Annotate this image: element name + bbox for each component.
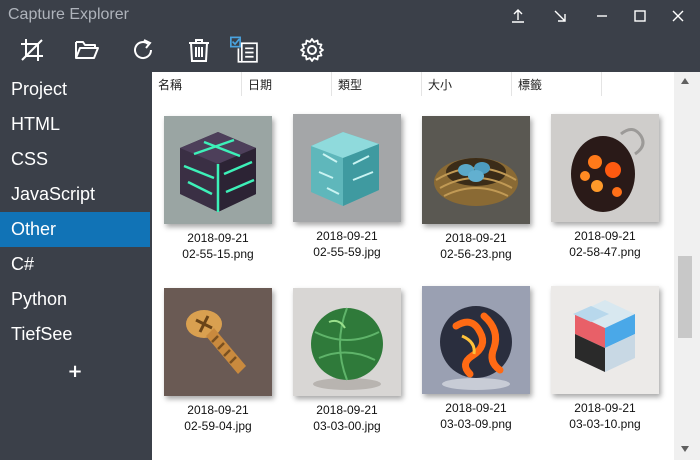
scroll-up-icon[interactable] bbox=[679, 76, 691, 86]
file-list-panel: 名稱 日期 類型 大小 標籤 2018-09-21 02-55-15.png 2… bbox=[152, 72, 700, 460]
column-header: 名稱 日期 類型 大小 標籤 bbox=[152, 72, 674, 96]
ice-cube-thumbnail bbox=[293, 114, 401, 222]
maximize-button[interactable] bbox=[628, 4, 652, 28]
minimize-button[interactable] bbox=[590, 4, 614, 28]
delete-button[interactable] bbox=[183, 34, 215, 66]
file-item[interactable]: 2018-09-21 02-56-23.png bbox=[414, 116, 534, 276]
sidebar: Project HTML CSS JavaScript Other C# Pyt… bbox=[0, 72, 150, 460]
color-cubes-thumbnail bbox=[551, 286, 659, 394]
sidebar-item-javascript[interactable]: JavaScript bbox=[0, 177, 150, 212]
title-bar: Capture Explorer bbox=[0, 0, 700, 32]
column-date[interactable]: 日期 bbox=[242, 72, 332, 96]
open-folder-icon bbox=[75, 41, 99, 59]
multi-select-icon bbox=[230, 36, 258, 63]
file-item[interactable]: 2018-09-21 03-03-00.jpg bbox=[285, 288, 405, 448]
upload-icon bbox=[512, 9, 524, 23]
scroll-down-icon[interactable] bbox=[679, 444, 691, 454]
close-button[interactable] bbox=[666, 4, 690, 28]
app-title: Capture Explorer bbox=[8, 6, 129, 23]
bird-nest-thumbnail bbox=[422, 116, 530, 224]
file-item[interactable]: 2018-09-21 03-03-09.png bbox=[414, 286, 534, 446]
file-item[interactable]: 2018-09-21 03-03-10.png bbox=[543, 286, 663, 446]
sidebar-item-html[interactable]: HTML bbox=[0, 107, 150, 142]
cracked-cube-thumbnail bbox=[164, 116, 272, 224]
column-name[interactable]: 名稱 bbox=[152, 72, 242, 96]
vertical-scrollbar[interactable] bbox=[674, 72, 700, 460]
snap-button[interactable] bbox=[548, 4, 572, 28]
file-name: 2018-09-21 03-03-00.jpg bbox=[313, 403, 381, 433]
sidebar-item-csharp[interactable]: C# bbox=[0, 247, 150, 282]
crop-button[interactable] bbox=[16, 34, 48, 66]
file-name: 2018-09-21 02-55-59.jpg bbox=[313, 229, 381, 259]
refresh-icon bbox=[134, 39, 153, 59]
file-item[interactable]: 2018-09-21 02-58-47.png bbox=[543, 114, 663, 274]
sidebar-item-other[interactable]: Other bbox=[0, 212, 150, 247]
column-size[interactable]: 大小 bbox=[422, 72, 512, 96]
multi-select-button[interactable] bbox=[230, 34, 262, 66]
file-name: 2018-09-21 02-59-04.jpg bbox=[184, 403, 252, 433]
lava-egg-thumbnail bbox=[551, 114, 659, 222]
sidebar-item-python[interactable]: Python bbox=[0, 282, 150, 317]
delete-icon bbox=[189, 39, 209, 62]
leaf-sphere-thumbnail bbox=[293, 288, 401, 396]
file-name: 2018-09-21 02-56-23.png bbox=[440, 231, 512, 261]
upload-button[interactable] bbox=[506, 4, 530, 28]
file-name: 2018-09-21 03-03-09.png bbox=[440, 401, 512, 431]
gear-icon bbox=[300, 38, 324, 62]
file-item[interactable]: 2018-09-21 02-59-04.jpg bbox=[156, 288, 276, 448]
crop-icon bbox=[21, 39, 43, 61]
settings-button[interactable] bbox=[296, 34, 328, 66]
file-item[interactable]: 2018-09-21 02-55-15.png bbox=[156, 116, 276, 276]
lava-sphere-thumbnail bbox=[422, 286, 530, 394]
sidebar-item-project[interactable]: Project bbox=[0, 72, 150, 107]
sidebar-item-tiefsee[interactable]: TiefSee bbox=[0, 317, 150, 352]
file-item[interactable]: 2018-09-21 02-55-59.jpg bbox=[285, 114, 405, 274]
maximize-icon bbox=[634, 10, 646, 22]
add-folder-button[interactable]: + bbox=[0, 356, 150, 386]
column-type[interactable]: 類型 bbox=[332, 72, 422, 96]
file-name: 2018-09-21 03-03-10.png bbox=[569, 401, 641, 431]
close-icon bbox=[672, 10, 684, 22]
toolbar bbox=[0, 32, 700, 70]
brass-screw-thumbnail bbox=[164, 288, 272, 396]
arrow-down-right-icon bbox=[554, 10, 566, 22]
file-name: 2018-09-21 02-55-15.png bbox=[182, 231, 254, 261]
column-tag[interactable]: 標籤 bbox=[512, 72, 602, 96]
minimize-icon bbox=[597, 15, 607, 17]
scroll-thumb[interactable] bbox=[678, 256, 692, 338]
open-folder-button[interactable] bbox=[71, 34, 103, 66]
file-name: 2018-09-21 02-58-47.png bbox=[569, 229, 641, 259]
sidebar-item-css[interactable]: CSS bbox=[0, 142, 150, 177]
refresh-button[interactable] bbox=[127, 34, 159, 66]
